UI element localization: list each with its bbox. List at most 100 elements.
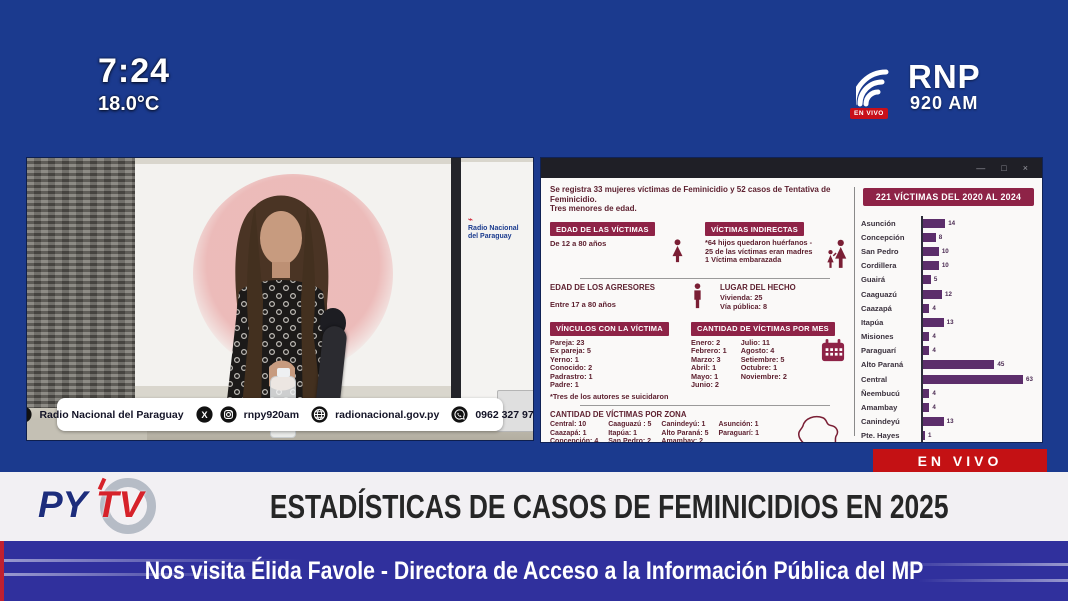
chart-value: 10 — [942, 248, 949, 255]
radio-waves-icon — [856, 58, 904, 115]
globe-icon[interactable] — [311, 406, 328, 423]
close-button[interactable]: × — [1023, 164, 1028, 173]
chart-value: 5 — [934, 276, 937, 283]
chart-bar — [923, 375, 1023, 384]
stat-line: San Pedro: 2 — [608, 438, 651, 442]
stat-line: Caazapá: 1 — [550, 430, 598, 439]
chart-category-label: Itapúa — [861, 318, 921, 327]
months-column-1: Enero: 2Febrero: 1Marzo: 3Abril: 1Mayo: … — [691, 339, 727, 391]
section-header-victimas-indirectas: VÍCTIMAS INDIRECTAS — [705, 222, 804, 236]
studio-video-feed: ⌁ Radio Nacional del Paraguay fRad — [27, 158, 533, 440]
chart-row: Guairá 5 — [861, 273, 1036, 287]
chart-value: 4 — [932, 404, 935, 411]
x-icon[interactable]: X — [196, 406, 213, 423]
chart-value: 1 — [928, 432, 931, 439]
chart-category-label: Misiones — [861, 332, 921, 341]
clock-widget: 7:24 18.0°C — [98, 52, 170, 116]
section-header-edad-victimas: EDAD DE LAS VÍCTIMAS — [550, 222, 655, 236]
chart-row: Paraguarí 4 — [861, 344, 1036, 358]
chart-row: Central63 — [861, 372, 1036, 386]
instagram-icon[interactable] — [220, 406, 237, 423]
chart-category-label: Alto Paraná — [861, 360, 921, 369]
woman-icon — [670, 239, 685, 268]
social-label: radionacional.gov.py — [335, 409, 439, 421]
section-header-edad-agresores: EDAD DE LOS AGRESORES — [550, 283, 691, 292]
chart-row: Asunción14 — [861, 216, 1036, 230]
zona-column: Caaguazú : 5Itapúa: 1San Pedro: 2 — [608, 421, 651, 442]
zona-column: Asunción: 1Paraguarí: 1 — [719, 421, 759, 442]
man-icon — [691, 283, 704, 314]
chart-row: Amambay 4 — [861, 400, 1036, 414]
chart-value: 10 — [942, 262, 949, 269]
chart-value: 4 — [932, 347, 935, 354]
vinculos-list: Pareja: 23Ex pareja: 5Yerno: 1Conocido: … — [550, 339, 691, 391]
rnp-station-logo: RNP 920 AM EN VIVO — [856, 56, 1026, 126]
zona-column: Central: 10Caazapá: 1Concepción: 4 — [550, 421, 598, 442]
chart-category-label: Central — [861, 375, 921, 384]
chart-bar — [923, 261, 939, 270]
stat-line: Caaguazú : 5 — [608, 421, 651, 430]
chart-value: 45 — [997, 361, 1004, 368]
ticker-text: Nos visita Élida Favole - Directora de A… — [145, 557, 924, 586]
chart-row: Canindeyú13 — [861, 415, 1036, 429]
social-label: 0962 327 976 — [475, 409, 533, 421]
maximize-button[interactable]: □ — [1001, 164, 1006, 173]
minimize-button[interactable]: — — [976, 164, 985, 173]
pytv-logo: PY TV — [38, 478, 188, 536]
mother-child-icon — [824, 239, 850, 274]
chart-category-label: Amambay — [861, 403, 921, 412]
victimas-indirectas-lines: *64 hijos quedaron huérfanos -25 de las … — [705, 239, 813, 265]
stat-line: Amambay: 2 — [661, 438, 708, 442]
social-media-bar: fRadio Nacional del ParaguayXrnpy920amra… — [57, 398, 503, 431]
chart-bar — [923, 247, 939, 256]
temperature: 18.0°C — [98, 93, 170, 116]
chart-bar — [923, 219, 945, 228]
station-live-badge: EN VIVO — [850, 108, 888, 119]
suicide-note: *Tres de los autores se suicidaron — [550, 392, 850, 401]
section-header-por-mes: CANTIDAD DE VÍCTIMAS POR MES — [691, 322, 835, 336]
chart-row: Pte. Hayes1 — [861, 429, 1036, 442]
station-frequency: 920 AM — [910, 93, 978, 114]
current-time: 7:24 — [98, 52, 170, 91]
chart-row: Misiones 4 — [861, 330, 1036, 344]
headline-band: PY TV ESTADÍSTICAS DE CASOS DE FEMINICID… — [0, 472, 1068, 541]
chart-row: San Pedro10 — [861, 244, 1036, 258]
radio-watermark: ⌁ Radio Nacional del Paraguay — [468, 216, 532, 241]
facebook-icon[interactable]: f — [27, 406, 32, 423]
chart-title: 221 VÍCTIMAS DEL 2020 AL 2024 — [863, 188, 1034, 206]
chart-bar — [923, 290, 942, 299]
stat-line: Padre: 1 — [550, 381, 691, 390]
chart-row: Cordillera 10 — [861, 259, 1036, 273]
stat-line: Paraguarí: 1 — [719, 430, 759, 439]
chart-category-label: Guairá — [861, 275, 921, 284]
chart-category-label: Cordillera — [861, 261, 921, 270]
stat-line: 1 Víctima embarazada — [705, 256, 813, 265]
chart-value: 4 — [932, 333, 935, 340]
chart-bar — [923, 417, 944, 426]
chart-bar — [923, 403, 929, 412]
bar-chart: Asunción14Concepción8San Pedro10Cordille… — [861, 216, 1036, 442]
chart-value: 14 — [948, 220, 955, 227]
section-header-por-zona: CANTIDAD DE VÍCTIMAS POR ZONA — [550, 410, 794, 419]
chart-panel: 221 VÍCTIMAS DEL 2020 AL 2024 Asunción14… — [861, 185, 1036, 442]
station-name: RNP — [908, 58, 981, 96]
chart-bar — [923, 431, 925, 440]
chart-bar — [923, 389, 929, 398]
chart-row: Concepción8 — [861, 230, 1036, 244]
chart-bar — [923, 304, 929, 313]
chart-bar — [923, 360, 994, 369]
ticker-band: Nos visita Élida Favole - Directora de A… — [0, 541, 1068, 601]
stat-line: Itapúa: 1 — [608, 430, 651, 439]
chart-category-label: Caaguazú — [861, 290, 921, 299]
whatsapp-icon[interactable] — [451, 406, 468, 423]
infographic-content: Se registra 33 mujeres víctimas de Femin… — [541, 178, 1042, 442]
chart-value: 8 — [939, 234, 942, 241]
stat-line: Canindeyú: 1 — [661, 421, 708, 430]
zona-column: Canindeyú: 1Alto Paraná: 5Amambay: 2 — [661, 421, 708, 442]
stat-line: Central: 10 — [550, 421, 598, 430]
section-header-lugar-hecho: LUGAR DEL HECHO — [720, 283, 796, 292]
chart-category-label: Paraguarí — [861, 346, 921, 355]
statistics-document-window: — □ × Se registra 33 mujeres víctimas de… — [541, 158, 1042, 442]
chart-row: Caazapá4 — [861, 301, 1036, 315]
chart-bar — [923, 318, 944, 327]
